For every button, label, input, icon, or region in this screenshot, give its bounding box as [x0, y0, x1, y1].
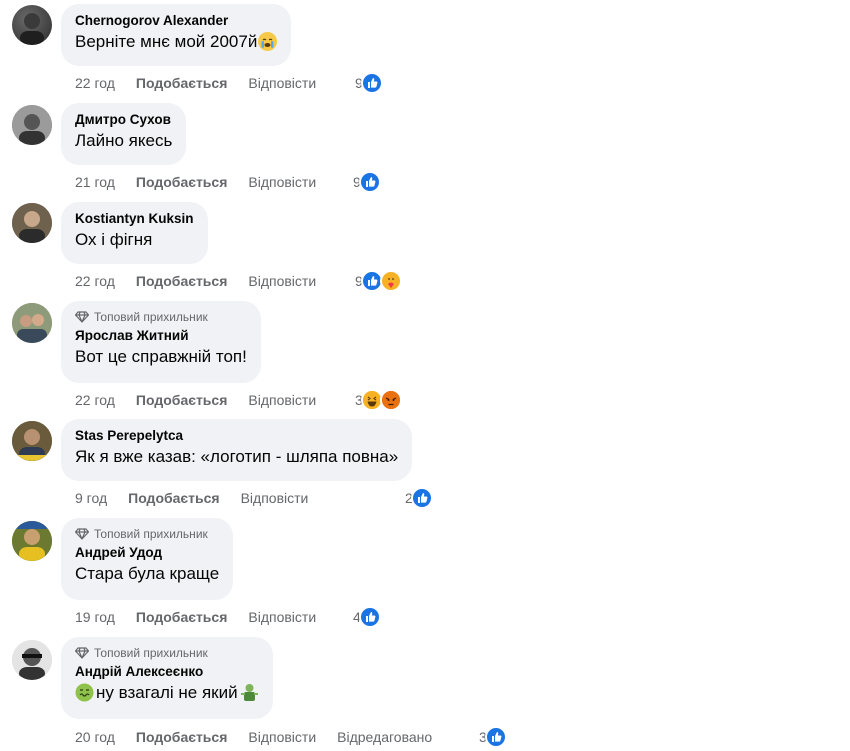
reply-button[interactable]: Відповісти: [248, 609, 316, 625]
comment-time[interactable]: 22 год: [75, 75, 115, 91]
comment-author[interactable]: Дмитро Сухов: [75, 111, 172, 128]
diamond-icon: [75, 311, 89, 323]
comment-bubble: Chernogorov Alexander Верніте мнє мой 20…: [61, 4, 292, 66]
comment-author[interactable]: Stas Perepelytca: [75, 427, 398, 444]
like-reaction-icon: [358, 171, 381, 193]
comment-bubble: Kostiantyn Kuksin Ох і фігня: [61, 202, 208, 264]
comment-time[interactable]: 22 год: [75, 392, 115, 408]
comment-text: Ох і фігня: [75, 230, 153, 249]
avatar[interactable]: [12, 421, 52, 461]
comment-author[interactable]: Kostiantyn Kuksin: [75, 210, 194, 227]
avatar[interactable]: [12, 521, 52, 561]
comment-author[interactable]: Андрій Алексеєнко: [75, 663, 259, 680]
avatar[interactable]: [12, 203, 52, 243]
diamond-icon: [75, 647, 89, 659]
comment-time[interactable]: 19 год: [75, 609, 115, 625]
like-button[interactable]: Подобається: [136, 75, 227, 91]
care-reaction-icon: [379, 270, 402, 292]
comment-text: Лайно якесь: [75, 131, 173, 150]
like-reaction-icon: [358, 606, 381, 628]
comment-time[interactable]: 22 год: [75, 273, 115, 289]
comment-actions: 22 год Подобається Відповісти: [75, 271, 337, 291]
comment-time[interactable]: 21 год: [75, 174, 115, 190]
comment-actions: 9 год Подобається Відповісти: [75, 488, 329, 508]
reaction-summary[interactable]: 4: [353, 606, 381, 628]
avatar[interactable]: [12, 105, 52, 145]
comment-author[interactable]: Андрей Удод: [75, 544, 219, 561]
like-button[interactable]: Подобається: [128, 490, 219, 506]
comment-time[interactable]: 9 год: [75, 490, 107, 506]
nauseated-face-icon: [75, 683, 94, 702]
top-fan-label: Топовий прихильник: [94, 527, 208, 541]
crying-face-icon: [258, 32, 278, 51]
reply-button[interactable]: Відповісти: [248, 273, 316, 289]
like-button[interactable]: Подобається: [136, 174, 227, 190]
comment-bubble: Топовий прихильник Андрій Алексеєнко ну …: [61, 637, 273, 719]
top-fan-badge: Топовий прихильник: [75, 645, 259, 661]
comment-author[interactable]: Ярослав Житний: [75, 327, 247, 344]
comment-bubble: Топовий прихильник Ярослав Житний Вот це…: [61, 301, 261, 383]
comment-time[interactable]: 20 год: [75, 729, 115, 745]
top-fan-label: Топовий прихильник: [94, 646, 208, 660]
reply-button[interactable]: Відповісти: [248, 392, 316, 408]
zombie-icon: [240, 683, 259, 702]
reply-button[interactable]: Відповісти: [241, 490, 309, 506]
reply-button[interactable]: Відповісти: [248, 174, 316, 190]
comment-bubble: Топовий прихильник Андрей Удод Стара бул…: [61, 518, 234, 600]
edited-label[interactable]: Відредаговано: [337, 729, 432, 745]
comment-text-content: Верніте мнє мой 2007й: [75, 32, 258, 51]
comment-author[interactable]: Chernogorov Alexander: [75, 12, 277, 29]
avatar[interactable]: [12, 640, 52, 680]
avatar[interactable]: [12, 5, 52, 45]
top-fan-badge: Топовий прихильник: [75, 526, 219, 542]
comment-actions: 22 год Подобається Відповісти: [75, 73, 337, 93]
comment-actions: 20 год Подобається Відповісти Відредагов…: [75, 727, 453, 747]
comment-actions: 21 год Подобається Відповісти: [75, 172, 337, 192]
reaction-summary[interactable]: 9: [355, 72, 383, 94]
comment-text: Верніте мнє мой 2007й: [75, 30, 278, 53]
comment-text: Стара була краще: [75, 564, 220, 583]
top-fan-label: Топовий прихильник: [94, 310, 208, 324]
avatar[interactable]: [12, 303, 52, 343]
top-fan-badge: Топовий прихильник: [75, 309, 247, 325]
like-button[interactable]: Подобається: [136, 729, 227, 745]
reaction-summary[interactable]: 9: [353, 171, 381, 193]
reaction-summary[interactable]: 3: [479, 726, 507, 748]
comment-actions: 19 год Подобається Відповісти: [75, 607, 337, 627]
reaction-summary[interactable]: 9: [355, 270, 402, 292]
like-reaction-icon: [360, 72, 383, 94]
reaction-summary[interactable]: 3: [355, 389, 402, 411]
like-reaction-icon: [410, 487, 433, 509]
comment-text: Як я вже казав: «логотип - шляпа повна»: [75, 447, 399, 466]
like-reaction-icon: [484, 726, 507, 748]
like-button[interactable]: Подобається: [136, 392, 227, 408]
like-button[interactable]: Подобається: [136, 273, 227, 289]
comment-text: Вот це справжній топ!: [75, 347, 247, 366]
diamond-icon: [75, 528, 89, 540]
comment-bubble: Stas Perepelytca Як я вже казав: «логоти…: [61, 419, 413, 481]
comment-text: ну взагалі не який: [75, 681, 259, 704]
angry-reaction-icon: [379, 389, 402, 411]
comment-actions: 22 год Подобається Відповісти: [75, 390, 337, 410]
comment-bubble: Дмитро Сухов Лайно якесь: [61, 103, 187, 165]
reaction-summary[interactable]: 2: [405, 487, 433, 509]
reply-button[interactable]: Відповісти: [248, 75, 316, 91]
reply-button[interactable]: Відповісти: [248, 729, 316, 745]
comment-text-content: ну взагалі не який: [96, 683, 238, 702]
like-button[interactable]: Подобається: [136, 609, 227, 625]
